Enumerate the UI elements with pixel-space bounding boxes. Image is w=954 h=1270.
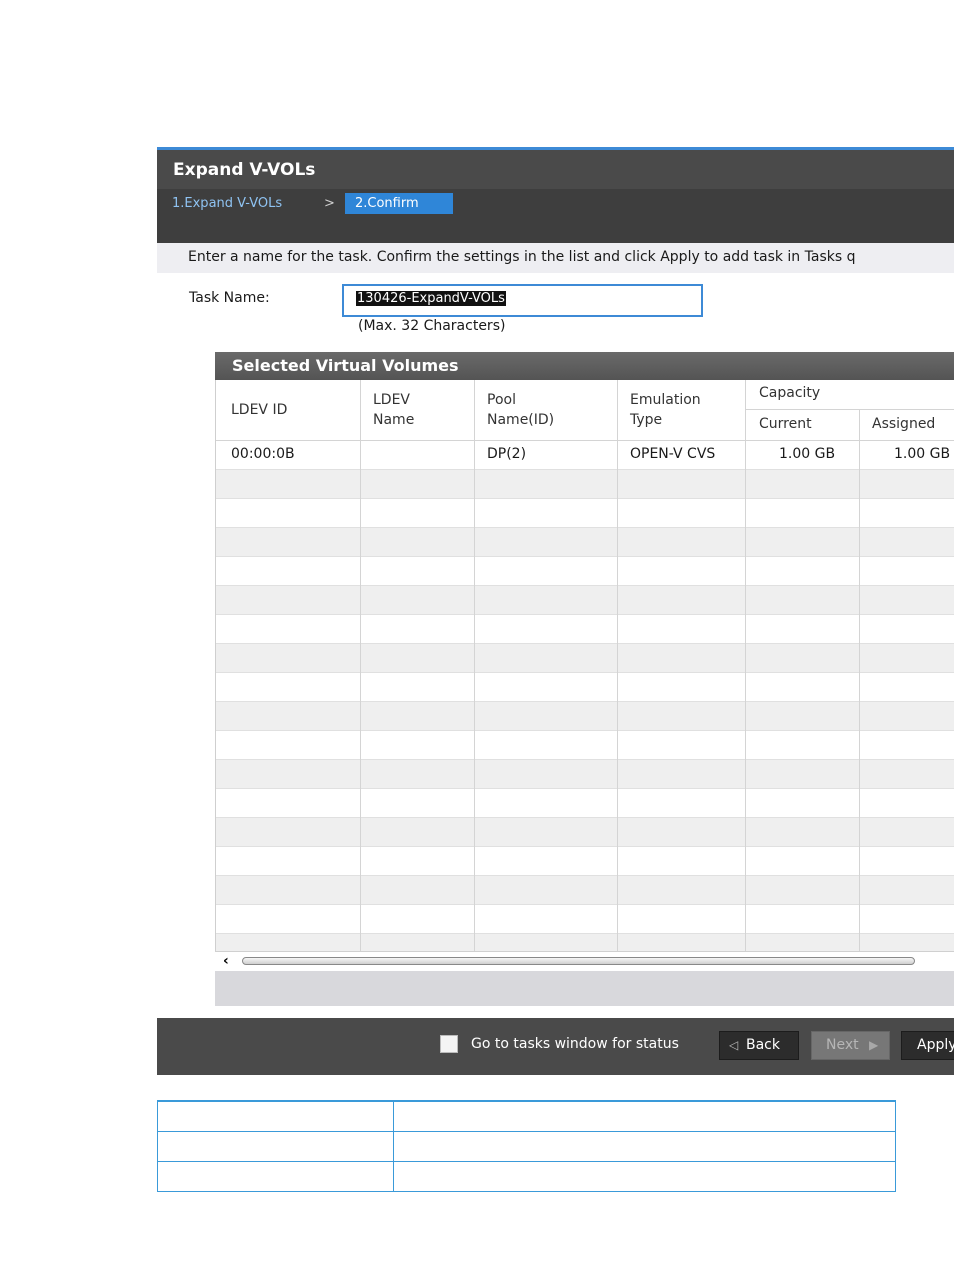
column-divider	[360, 380, 361, 951]
apply-button[interactable]: Apply	[901, 1031, 954, 1060]
wizard-step-expand[interactable]: 1.Expand V-VOLs	[172, 196, 282, 211]
dialog-footer: Go to tasks window for status ◁ Back Nex…	[157, 1018, 954, 1075]
instruction-text: Enter a name for the task. Confirm the s…	[188, 249, 856, 265]
column-divider	[859, 410, 860, 951]
next-button[interactable]: Next ▶	[811, 1031, 890, 1060]
dialog-title-bar: Expand V-VOLs	[157, 147, 954, 189]
empty-row	[216, 586, 954, 615]
doc-table-rule	[157, 1131, 896, 1132]
wizard-step-confirm: 2.Confirm	[345, 193, 453, 214]
empty-row	[216, 702, 954, 731]
selected-virtual-volumes-panel: Selected Virtual Volumes LDEV ID LDEV Nam…	[215, 352, 954, 1006]
empty-row	[216, 673, 954, 702]
doc-table-rule	[157, 1191, 896, 1192]
column-header-assigned[interactable]: Assigned	[872, 414, 935, 434]
doc-table-divider	[393, 1100, 394, 1192]
doc-table-divider	[895, 1100, 896, 1192]
scrollbar-thumb[interactable]	[242, 957, 915, 965]
cell-pool-name: DP(2)	[487, 446, 527, 462]
empty-row	[216, 644, 954, 673]
empty-row	[216, 934, 954, 951]
empty-row	[216, 905, 954, 934]
cell-ldev-id: 00:00:0B	[231, 446, 295, 462]
panel-header: Selected Virtual Volumes	[215, 352, 954, 380]
cell-current: 1.00 GB	[779, 446, 836, 462]
doc-table-rule	[157, 1100, 896, 1102]
panel-title: Selected Virtual Volumes	[232, 356, 459, 375]
task-name-hint: (Max. 32 Characters)	[358, 318, 506, 334]
apply-button-label: Apply	[917, 1037, 954, 1053]
empty-row	[216, 499, 954, 528]
empty-row	[216, 818, 954, 847]
wizard-steps: 1.Expand V-VOLs > 2.Confirm	[157, 189, 954, 243]
go-to-tasks-label: Go to tasks window for status	[471, 1036, 679, 1052]
empty-row	[216, 557, 954, 586]
go-to-tasks-checkbox[interactable]	[440, 1035, 458, 1053]
volumes-table: LDEV ID LDEV Name Pool Name(ID) Emulation T…	[215, 380, 954, 951]
triangle-right-icon: ▶	[869, 1038, 879, 1052]
back-button[interactable]: ◁ Back	[719, 1031, 799, 1060]
doc-table-divider	[157, 1100, 158, 1192]
column-header-ldev-id[interactable]: LDEV ID	[231, 400, 287, 420]
column-divider	[745, 380, 746, 951]
expand-vvols-dialog: Expand V-VOLs 1.Expand V-VOLs > 2.Confir…	[157, 147, 954, 1075]
column-divider	[474, 380, 475, 951]
table-header: LDEV ID LDEV Name Pool Name(ID) Emulation T…	[216, 380, 954, 441]
column-header-ldev-name[interactable]: LDEV Name	[373, 390, 414, 430]
table-footer	[215, 971, 954, 1006]
wizard-step-separator: >	[324, 196, 335, 211]
task-name-label: Task Name:	[189, 290, 270, 306]
instruction-bar: Enter a name for the task. Confirm the s…	[157, 243, 954, 273]
task-name-input[interactable]: 130426-ExpandV-VOLs	[342, 284, 703, 317]
empty-row	[216, 847, 954, 876]
column-header-current[interactable]: Current	[759, 414, 812, 434]
capacity-subheader-divider	[745, 409, 954, 410]
empty-row	[216, 789, 954, 818]
cell-emulation-type: OPEN-V CVS	[630, 446, 716, 462]
column-header-capacity: Capacity	[759, 385, 821, 401]
empty-row	[216, 760, 954, 789]
column-divider	[617, 380, 618, 951]
back-button-label: Back	[746, 1037, 780, 1053]
horizontal-scrollbar[interactable]: ‹	[215, 951, 954, 971]
empty-row	[216, 731, 954, 760]
chevron-left-icon: ◁	[729, 1038, 739, 1052]
table-row[interactable]: 00:00:0B DP(2) OPEN-V CVS 1.00 GB 1.00 G…	[216, 441, 954, 470]
empty-row	[216, 876, 954, 905]
empty-row	[216, 528, 954, 557]
scroll-left-icon[interactable]: ‹	[223, 953, 229, 969]
empty-row	[216, 470, 954, 499]
doc-table-rule	[157, 1161, 896, 1162]
document-table	[157, 1100, 896, 1192]
dialog-title: Expand V-VOLs	[173, 160, 316, 180]
column-header-emulation-type[interactable]: Emulation Type	[630, 390, 701, 430]
task-name-value: 130426-ExpandV-VOLs	[356, 291, 506, 306]
column-header-pool-name[interactable]: Pool Name(ID)	[487, 390, 554, 430]
empty-row	[216, 615, 954, 644]
cell-assigned: 1.00 GB	[894, 446, 951, 462]
next-button-label: Next	[826, 1037, 859, 1053]
